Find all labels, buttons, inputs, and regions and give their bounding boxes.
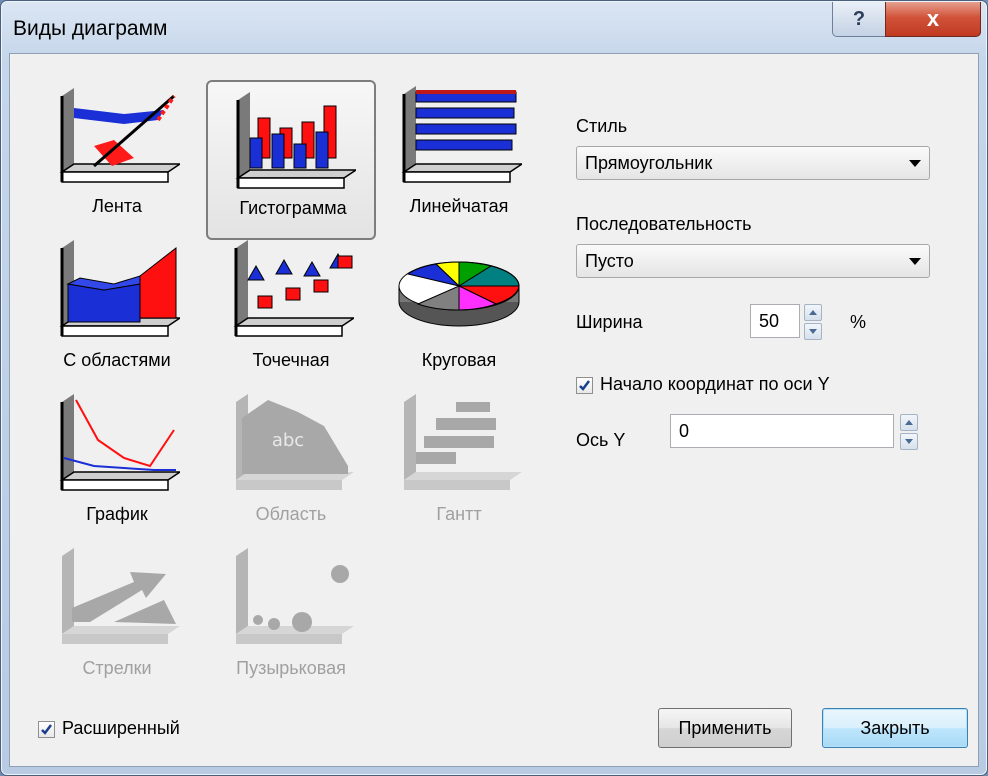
pie-chart-icon <box>398 261 520 327</box>
chart-type-histogram[interactable]: Гистограмма <box>206 80 376 240</box>
y-axis-input-value: 0 <box>679 421 690 441</box>
width-input[interactable]: 50 <box>750 304 800 338</box>
style-label: Стиль <box>576 116 628 136</box>
spin-down-icon[interactable] <box>900 433 918 450</box>
chart-type-label: График <box>86 504 148 524</box>
window-title: Виды диаграмм <box>13 17 168 40</box>
origin-checkbox-label[interactable]: Начало координат по оси Y <box>600 374 830 395</box>
chart-type-pie[interactable]: Круговая <box>374 230 544 390</box>
y-axis-spinner[interactable] <box>900 414 918 450</box>
width-label: Ширина <box>576 312 643 332</box>
help-button[interactable]: ? <box>832 2 886 37</box>
bubble-chart-icon <box>236 548 354 644</box>
spin-down-icon[interactable] <box>804 323 822 340</box>
chart-type-bar[interactable]: Линейчатая <box>374 76 544 236</box>
chart-type-label: Стрелки <box>82 658 152 678</box>
chart-type-label: Гантт <box>436 504 482 524</box>
close-window-button[interactable]: x <box>885 2 981 37</box>
chart-type-label: Линейчатая <box>409 196 509 216</box>
sequence-select[interactable]: Пусто <box>576 244 930 278</box>
width-spinner[interactable] <box>804 304 822 340</box>
chart-type-label: Гистограмма <box>239 198 347 218</box>
bar-chart-icon <box>401 86 522 183</box>
extended-checkbox-label[interactable]: Расширенный <box>62 718 180 739</box>
chevron-down-icon <box>909 160 921 167</box>
check-icon <box>579 380 590 391</box>
extended-checkbox[interactable] <box>38 721 55 738</box>
chart-type-area: abc Область <box>206 384 376 544</box>
area-chart-icon: abc <box>236 394 354 490</box>
chart-type-arrows: Стрелки <box>32 538 202 698</box>
gantt-chart-icon <box>404 394 522 490</box>
chart-type-ribbon[interactable]: Лента <box>32 76 202 236</box>
chevron-down-icon <box>909 258 921 265</box>
title-bar[interactable]: Виды диаграмм ? x <box>1 1 987 51</box>
spin-up-icon[interactable] <box>804 304 822 321</box>
y-axis-input[interactable]: 0 <box>670 414 894 448</box>
width-input-value: 50 <box>759 311 780 331</box>
chart-type-line[interactable]: График <box>32 384 202 544</box>
area-icon-text: abc <box>272 430 304 451</box>
close-button[interactable]: Закрыть <box>822 708 968 748</box>
y-axis-label: Ось Y <box>576 430 626 450</box>
chart-type-label: Круговая <box>421 350 497 370</box>
dialog-body: Лента Гистограмма Линейчатая С областями… <box>9 53 979 767</box>
chart-type-label: Лента <box>92 196 142 216</box>
spin-up-icon[interactable] <box>900 414 918 431</box>
area-3d-chart-icon <box>59 240 180 337</box>
chart-type-label: С областями <box>63 350 171 370</box>
sequence-label: Последовательность <box>576 214 752 234</box>
histogram-chart-icon <box>235 92 356 189</box>
chart-type-point[interactable]: Точечная <box>206 230 376 390</box>
chart-types-dialog: Виды диаграмм ? x Лента Гистограмма Лине… <box>0 0 988 776</box>
chart-type-label: Пузырьковая <box>236 658 346 678</box>
width-unit: % <box>850 312 867 332</box>
origin-checkbox[interactable] <box>576 377 593 394</box>
ribbon-chart-icon <box>59 88 180 183</box>
point-chart-icon <box>233 240 354 337</box>
chart-type-area-3d[interactable]: С областями <box>32 230 202 390</box>
chart-type-bubble: Пузырьковая <box>206 538 376 698</box>
line-chart-icon <box>59 394 180 491</box>
style-select-value: Прямоугольник <box>585 153 713 173</box>
arrow-chart-icon <box>62 548 180 644</box>
sequence-select-value: Пусто <box>585 251 634 271</box>
style-select[interactable]: Прямоугольник <box>576 146 930 180</box>
chart-type-label: Точечная <box>252 350 330 370</box>
check-icon <box>41 724 52 735</box>
chart-type-label: Область <box>255 504 327 524</box>
chart-type-gantt: Гантт <box>374 384 544 544</box>
apply-button[interactable]: Применить <box>658 708 792 748</box>
